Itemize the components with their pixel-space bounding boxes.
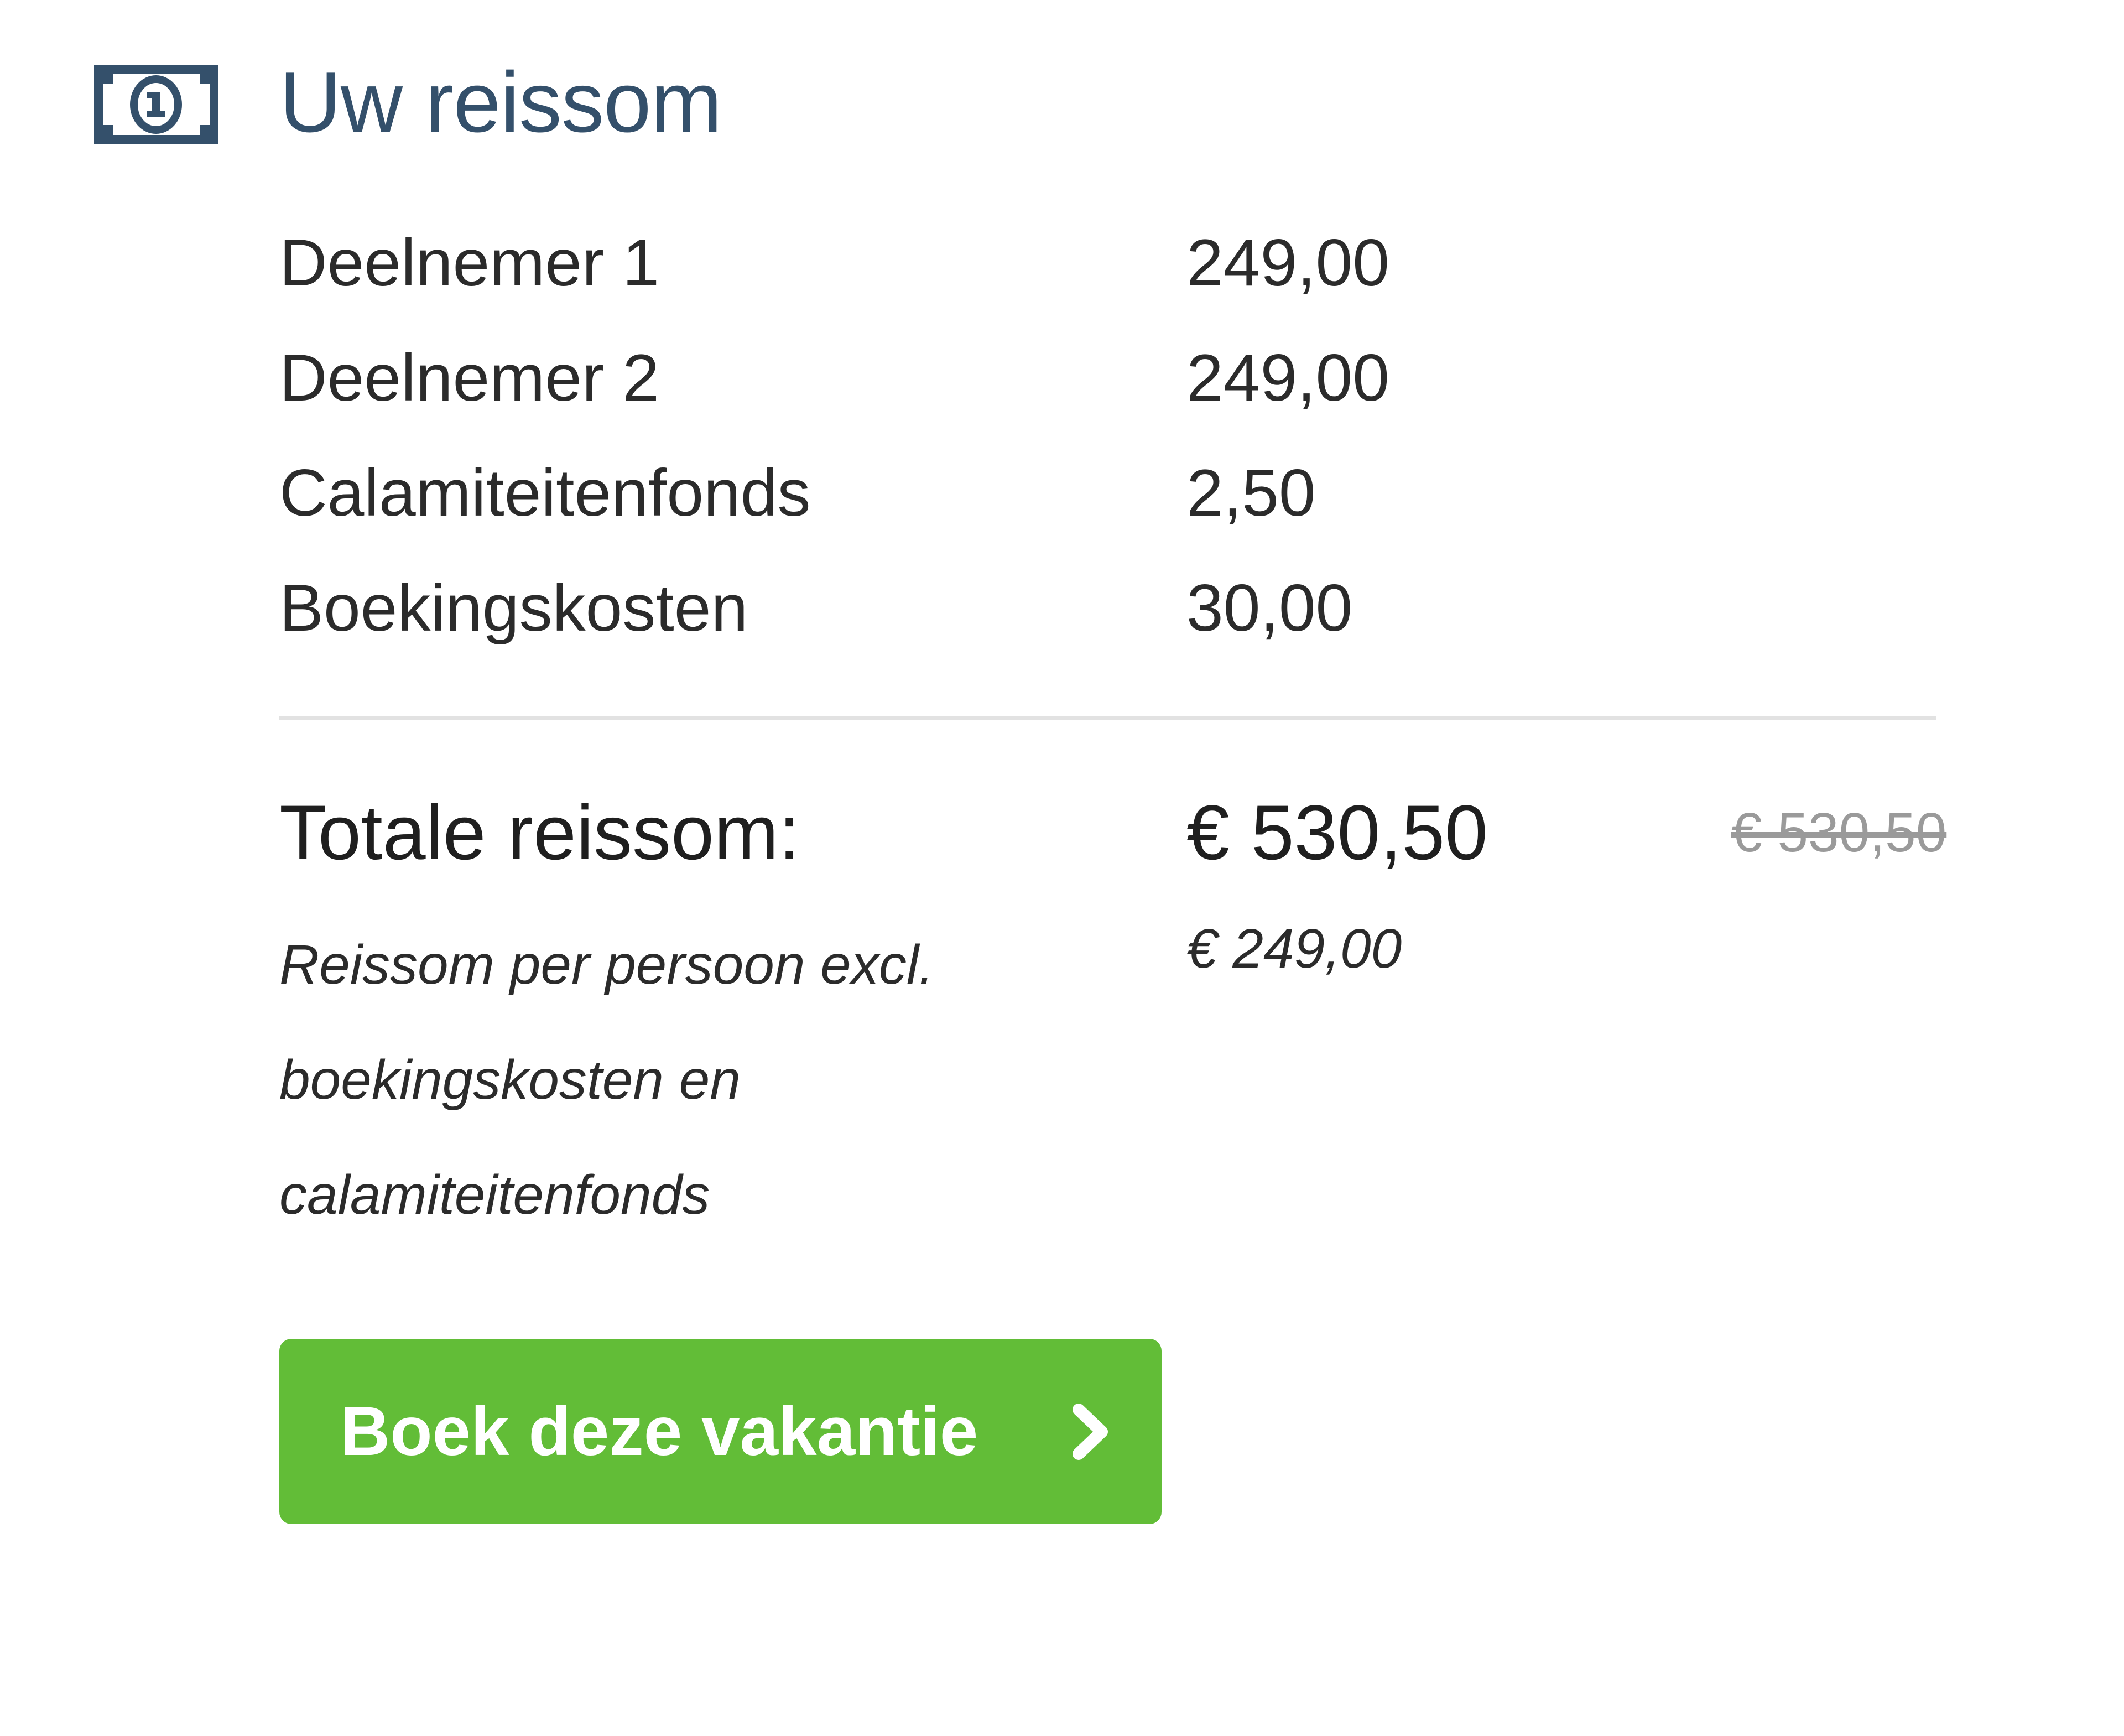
price-row-amount: 249,00 bbox=[1186, 341, 1390, 415]
price-row: Deelnemer 1 249,00 bbox=[279, 221, 1441, 336]
price-row-label: Calamiteitenfonds bbox=[279, 456, 811, 530]
money-bill-icon bbox=[94, 65, 218, 144]
price-list: Deelnemer 1 249,00 Deelnemer 2 249,00 Ca… bbox=[279, 221, 1441, 682]
price-row-label: Boekingskosten bbox=[279, 571, 748, 645]
old-price-strikethrough: € 530,50 bbox=[1731, 802, 1947, 864]
price-row-label: Deelnemer 2 bbox=[279, 341, 660, 415]
total-amount: € 530,50 bbox=[1186, 789, 1488, 876]
total-label: Totale reissom: bbox=[279, 789, 800, 876]
book-holiday-button[interactable]: Boek deze vakantie bbox=[279, 1339, 1162, 1524]
price-row: Calamiteitenfonds 2,50 bbox=[279, 451, 1441, 566]
price-row: Boekingskosten 30,00 bbox=[279, 566, 1441, 682]
book-holiday-button-label: Boek deze vakantie bbox=[340, 1393, 978, 1470]
chevron-right-icon bbox=[1073, 1404, 1108, 1460]
price-row-amount: 30,00 bbox=[1186, 571, 1353, 645]
per-person-amount: € 249,00 bbox=[1186, 918, 1402, 980]
section-title: Uw reissom bbox=[279, 54, 722, 150]
price-row-amount: 249,00 bbox=[1186, 226, 1390, 300]
divider bbox=[279, 716, 1936, 720]
price-row-label: Deelnemer 1 bbox=[279, 226, 660, 300]
price-row: Deelnemer 2 249,00 bbox=[279, 336, 1441, 451]
price-row-amount: 2,50 bbox=[1186, 456, 1316, 530]
per-person-note: Reissom per persoon excl. boekingskosten… bbox=[279, 934, 934, 1226]
